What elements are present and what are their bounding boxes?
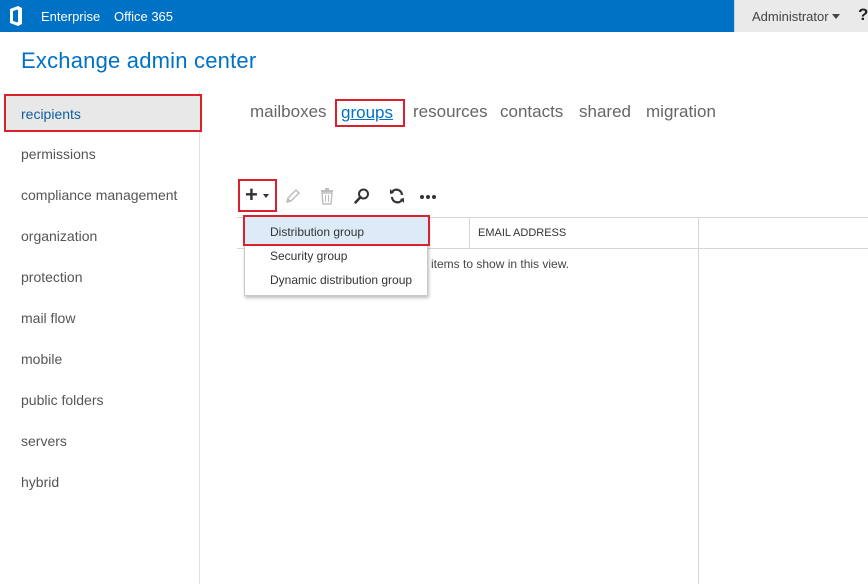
edit-icon[interactable] bbox=[284, 187, 302, 205]
chevron-down-icon[interactable] bbox=[832, 14, 840, 19]
nav-item-permissions[interactable]: permissions bbox=[21, 146, 96, 162]
top-bar: Enterprise Office 365 Administrator ? bbox=[0, 0, 868, 32]
column-header-email-address[interactable]: EMAIL ADDRESS bbox=[478, 227, 566, 239]
nav-item-label: recipients bbox=[21, 106, 81, 122]
office365-link[interactable]: Office 365 bbox=[114, 9, 173, 24]
empty-grid-message: items to show in this view. bbox=[431, 257, 570, 271]
search-icon[interactable] bbox=[353, 187, 371, 205]
column-divider[interactable] bbox=[469, 217, 470, 249]
menu-item-security-group[interactable]: Security group bbox=[270, 249, 347, 263]
enterprise-link[interactable]: Enterprise bbox=[41, 9, 100, 24]
nav-item-servers[interactable]: servers bbox=[21, 433, 67, 449]
tab-contacts[interactable]: contacts bbox=[500, 102, 563, 122]
page-title: Exchange admin center bbox=[21, 48, 257, 73]
add-icon: + bbox=[245, 182, 258, 207]
delete-icon[interactable] bbox=[318, 187, 336, 205]
menu-item-dynamic-distribution-group[interactable]: Dynamic distribution group bbox=[270, 273, 412, 287]
tab-mailboxes[interactable]: mailboxes bbox=[250, 102, 327, 122]
nav-item-recipients[interactable]: recipients bbox=[4, 94, 202, 132]
nav-item-protection[interactable]: protection bbox=[21, 269, 82, 285]
chevron-down-icon bbox=[263, 194, 269, 198]
tab-label: groups bbox=[341, 103, 393, 122]
menu-item-distribution-group[interactable]: Distribution group bbox=[243, 215, 430, 246]
nav-item-organization[interactable]: organization bbox=[21, 228, 97, 244]
nav-item-mobile[interactable]: mobile bbox=[21, 351, 62, 367]
tab-groups[interactable]: groups bbox=[335, 99, 405, 127]
tab-resources[interactable]: resources bbox=[413, 102, 488, 122]
nav-item-hybrid[interactable]: hybrid bbox=[21, 474, 59, 490]
details-pane-divider bbox=[698, 217, 699, 584]
help-icon[interactable]: ? bbox=[858, 5, 868, 25]
user-name[interactable]: Administrator bbox=[752, 9, 829, 24]
user-menu[interactable]: Administrator ? bbox=[734, 0, 868, 32]
office-logo-icon[interactable] bbox=[8, 6, 24, 26]
tab-shared[interactable]: shared bbox=[579, 102, 631, 122]
more-icon[interactable] bbox=[419, 187, 437, 205]
menu-item-label: Distribution group bbox=[270, 225, 365, 239]
nav-item-mail-flow[interactable]: mail flow bbox=[21, 310, 75, 326]
add-button[interactable]: + bbox=[238, 179, 277, 212]
tab-migration[interactable]: migration bbox=[646, 102, 716, 122]
left-navigation: recipients permissions compliance manage… bbox=[0, 92, 202, 584]
nav-item-public-folders[interactable]: public folders bbox=[21, 392, 104, 408]
refresh-icon[interactable] bbox=[388, 187, 406, 205]
nav-item-compliance-management[interactable]: compliance management bbox=[21, 187, 177, 203]
